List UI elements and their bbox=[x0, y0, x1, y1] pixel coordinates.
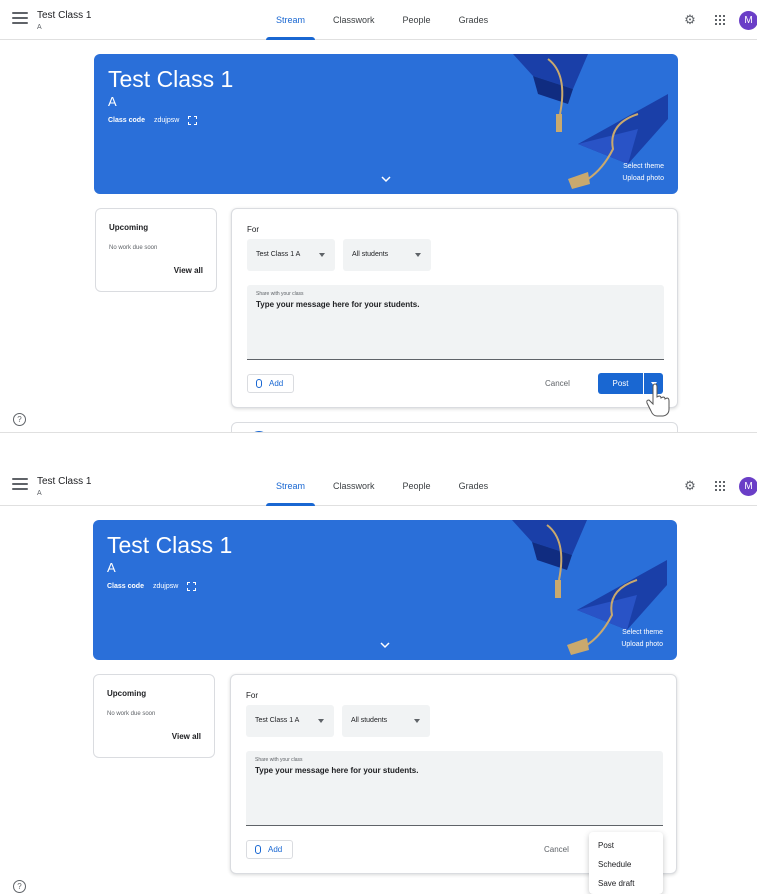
announcement-textarea[interactable]: Share with your class Type your message … bbox=[246, 751, 663, 826]
help-icon[interactable]: ? bbox=[13, 880, 26, 893]
caret-down-icon bbox=[414, 719, 420, 723]
graduation-cap-illustration bbox=[513, 54, 668, 189]
banner-class-section: A bbox=[108, 94, 117, 109]
students-select-value: All students bbox=[351, 717, 388, 724]
post-button[interactable]: Post bbox=[598, 373, 643, 394]
add-attachment-button[interactable]: Add bbox=[246, 840, 293, 859]
chevron-down-icon[interactable] bbox=[380, 640, 390, 650]
upload-photo-link[interactable]: Upload photo bbox=[622, 175, 664, 182]
announcement-textarea[interactable]: Share with your class Type your message … bbox=[247, 285, 664, 360]
stream-post-card bbox=[231, 422, 678, 432]
class-banner: Test Class 1 A Class code zdujpsw Select… bbox=[94, 54, 678, 194]
tab-classwork[interactable]: Classwork bbox=[319, 466, 389, 506]
upload-photo-link[interactable]: Upload photo bbox=[621, 641, 663, 648]
post-options-menu: Post Schedule Save draft bbox=[589, 832, 663, 894]
add-button-label: Add bbox=[268, 845, 283, 854]
tab-stream[interactable]: Stream bbox=[262, 0, 319, 40]
fullscreen-icon[interactable] bbox=[188, 116, 197, 125]
paperclip-icon bbox=[256, 379, 262, 388]
menu-item-schedule[interactable]: Schedule bbox=[589, 855, 663, 874]
for-label: For bbox=[246, 691, 258, 700]
menu-item-save-draft[interactable]: Save draft bbox=[589, 874, 663, 893]
class-banner: Test Class 1 A Class code zdujpsw Select… bbox=[93, 520, 677, 660]
paperclip-icon bbox=[255, 845, 261, 854]
banner-class-title: Test Class 1 bbox=[107, 532, 233, 558]
menu-item-post[interactable]: Post bbox=[589, 836, 663, 855]
screenshot-frame-2: Test Class 1 A Stream Classwork People G… bbox=[0, 466, 757, 894]
textarea-label: Share with your class bbox=[256, 291, 304, 297]
banner-class-section: A bbox=[107, 560, 116, 575]
add-button-label: Add bbox=[269, 379, 284, 388]
top-app-bar: Test Class 1 A Stream Classwork People G… bbox=[0, 466, 757, 506]
students-select-value: All students bbox=[352, 251, 389, 258]
chevron-down-icon[interactable] bbox=[381, 174, 391, 184]
tab-people[interactable]: People bbox=[389, 466, 445, 506]
header-class-title[interactable]: Test Class 1 bbox=[37, 476, 91, 487]
textarea-placeholder: Type your message here for your students… bbox=[255, 766, 419, 775]
class-select[interactable]: Test Class 1 A bbox=[247, 239, 335, 271]
gear-icon[interactable]: ⚙ bbox=[682, 478, 698, 494]
hand-cursor-icon bbox=[646, 383, 670, 417]
upcoming-empty-text: No work due soon bbox=[109, 245, 158, 251]
view-all-link[interactable]: View all bbox=[172, 732, 201, 741]
avatar[interactable]: M bbox=[739, 11, 757, 30]
header-class-section: A bbox=[37, 24, 42, 31]
students-select[interactable]: All students bbox=[343, 239, 431, 271]
tab-people[interactable]: People bbox=[389, 0, 445, 40]
caret-down-icon bbox=[415, 253, 421, 257]
top-app-bar: Test Class 1 A Stream Classwork People G… bbox=[0, 0, 757, 40]
cancel-button[interactable]: Cancel bbox=[545, 379, 570, 388]
class-select-value: Test Class 1 A bbox=[256, 251, 301, 258]
apps-grid-icon[interactable] bbox=[712, 12, 728, 28]
for-label: For bbox=[247, 225, 259, 234]
class-select[interactable]: Test Class 1 A bbox=[246, 705, 334, 737]
class-code-value[interactable]: zdujpsw bbox=[153, 583, 178, 590]
frame-divider bbox=[0, 432, 757, 466]
upcoming-card: Upcoming No work due soon View all bbox=[95, 208, 217, 292]
hamburger-menu-icon[interactable] bbox=[12, 478, 28, 492]
select-theme-link[interactable]: Select theme bbox=[623, 163, 664, 170]
class-code-value[interactable]: zdujpsw bbox=[154, 117, 179, 124]
view-all-link[interactable]: View all bbox=[174, 266, 203, 275]
help-icon[interactable]: ? bbox=[13, 413, 26, 426]
tab-bar: Stream Classwork People Grades bbox=[262, 466, 502, 506]
class-code-label: Class code bbox=[108, 117, 145, 124]
apps-grid-icon[interactable] bbox=[712, 478, 728, 494]
cancel-button[interactable]: Cancel bbox=[544, 845, 569, 854]
header-class-section: A bbox=[37, 490, 42, 497]
avatar[interactable]: M bbox=[739, 477, 757, 496]
textarea-placeholder: Type your message here for your students… bbox=[256, 300, 420, 309]
tab-bar: Stream Classwork People Grades bbox=[262, 0, 502, 40]
banner-class-title: Test Class 1 bbox=[108, 66, 234, 92]
tab-grades[interactable]: Grades bbox=[445, 466, 503, 506]
upcoming-title: Upcoming bbox=[109, 223, 149, 232]
fullscreen-icon[interactable] bbox=[187, 582, 196, 591]
caret-down-icon bbox=[318, 719, 324, 723]
tab-grades[interactable]: Grades bbox=[445, 0, 503, 40]
announcement-composer: For Test Class 1 A All students Share wi… bbox=[231, 208, 678, 408]
upcoming-card: Upcoming No work due soon View all bbox=[93, 674, 215, 758]
tab-stream[interactable]: Stream bbox=[262, 466, 319, 506]
header-class-title[interactable]: Test Class 1 bbox=[37, 10, 91, 21]
add-attachment-button[interactable]: Add bbox=[247, 374, 294, 393]
textarea-label: Share with your class bbox=[255, 757, 303, 763]
caret-down-icon bbox=[319, 253, 325, 257]
students-select[interactable]: All students bbox=[342, 705, 430, 737]
screenshot-frame-1: Test Class 1 A Stream Classwork People G… bbox=[0, 0, 757, 432]
upcoming-empty-text: No work due soon bbox=[107, 711, 156, 717]
tab-classwork[interactable]: Classwork bbox=[319, 0, 389, 40]
gear-icon[interactable]: ⚙ bbox=[682, 12, 698, 28]
class-select-value: Test Class 1 A bbox=[255, 717, 300, 724]
class-code-label: Class code bbox=[107, 583, 144, 590]
hamburger-menu-icon[interactable] bbox=[12, 12, 28, 26]
select-theme-link[interactable]: Select theme bbox=[622, 629, 663, 636]
upcoming-title: Upcoming bbox=[107, 689, 147, 698]
graduation-cap-illustration bbox=[512, 520, 667, 655]
